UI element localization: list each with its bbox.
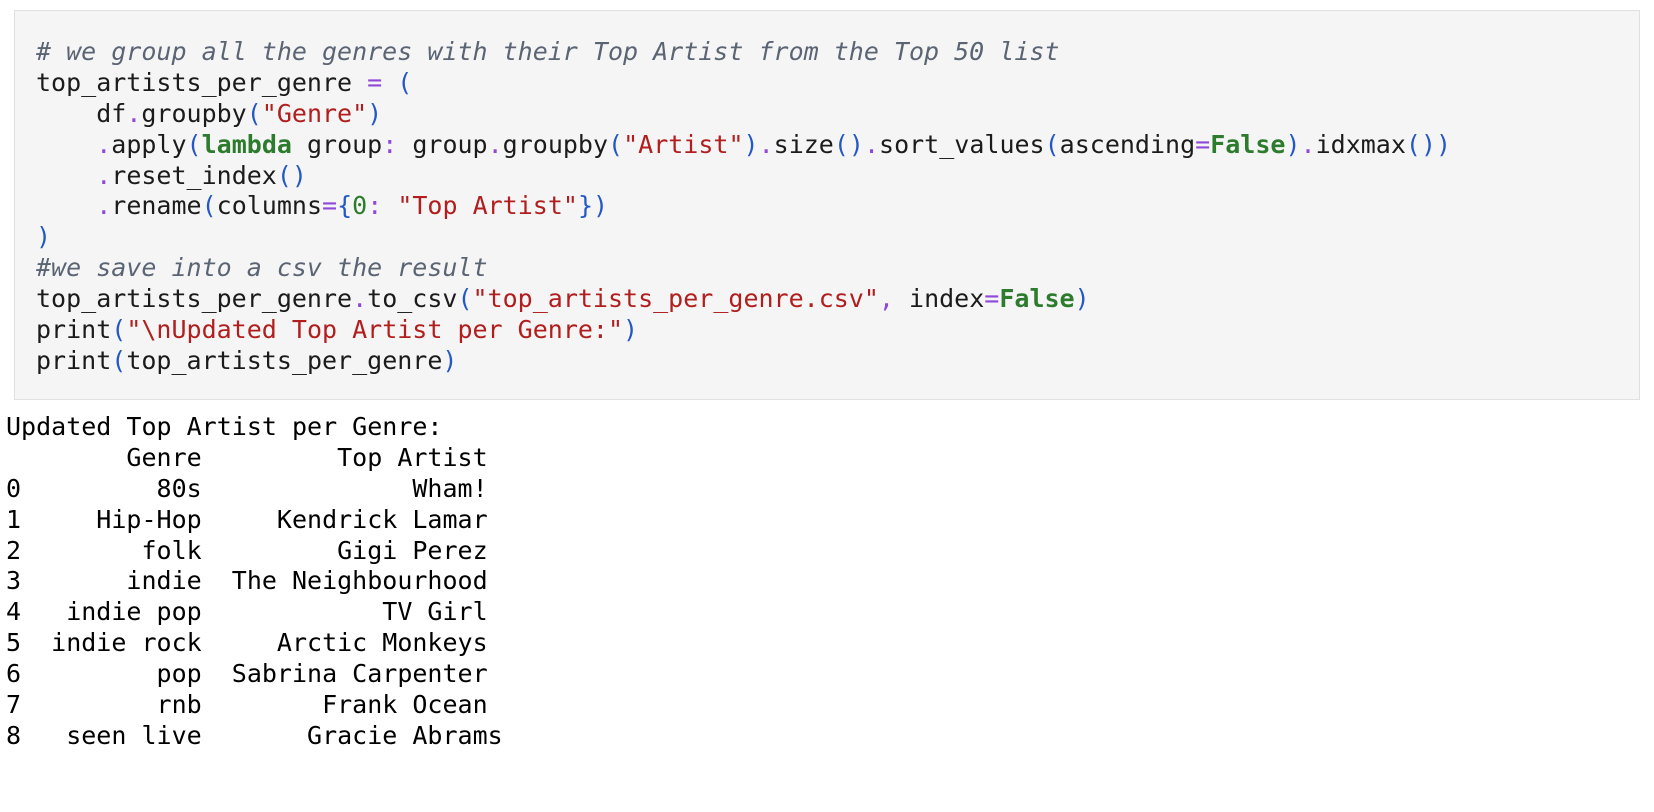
code-token: () (833, 129, 864, 159)
code-token: { (337, 191, 353, 221)
code-token: ) (1285, 129, 1301, 159)
code-token: # we group all the genres with their Top… (36, 37, 1060, 66)
code-token: print (36, 345, 112, 375)
code-token: df (36, 98, 127, 128)
code-token: ( (1044, 129, 1060, 159)
code-token: idxmax (1315, 129, 1406, 159)
code-token: "top_artists_per_genre.csv" (472, 284, 879, 314)
code-token: ) (1074, 284, 1090, 314)
code-token: = (322, 191, 338, 221)
output-heading: Updated Top Artist per Genre: (6, 412, 443, 441)
code-token: apply (111, 129, 187, 159)
code-token: ()) (1405, 129, 1452, 159)
code-line: #we save into a csv the result (36, 253, 1451, 284)
code-token: . (126, 98, 142, 128)
code-token: False (1210, 129, 1286, 159)
code-token: : (382, 129, 398, 159)
code-token: print (36, 315, 112, 345)
code-token: rename (111, 191, 202, 221)
code-line: .reset_index() (36, 161, 1451, 192)
output-table-row: 4 indie pop TV Girl (6, 597, 488, 627)
code-token: top_artists_per_genre (36, 67, 368, 97)
code-token: 0 (352, 191, 368, 221)
code-editor[interactable]: # we group all the genres with their Top… (36, 37, 1451, 377)
code-line: top_artists_per_genre = ( (36, 68, 1451, 99)
code-token: index (893, 284, 985, 314)
code-token: . (96, 129, 112, 159)
code-token: ( (608, 129, 624, 159)
code-token: ) (367, 98, 383, 128)
code-token: ( (246, 98, 262, 128)
code-token: #we save into a csv the result (36, 253, 488, 283)
code-token: , (878, 284, 894, 314)
code-token: = (984, 284, 1000, 314)
code-token: = (367, 67, 383, 97)
code-token: ) (442, 345, 458, 375)
code-token: groupby (502, 129, 609, 159)
code-token: columns (216, 191, 323, 221)
output-table-row: 2 folk Gigi Perez (6, 535, 488, 565)
code-token: }) (577, 191, 609, 221)
code-cell-input[interactable]: # we group all the genres with their Top… (14, 10, 1640, 400)
code-line: .apply(lambda group: group.groupby("Arti… (36, 130, 1451, 161)
code-token: lambda (201, 129, 292, 159)
code-token: "Top Artist" (397, 191, 578, 221)
code-line: df.groupby("Genre") (36, 99, 1451, 130)
code-token: . (487, 129, 503, 159)
code-token: . (1300, 129, 1316, 159)
code-token: . (863, 129, 880, 159)
code-token: . (96, 160, 112, 190)
code-token: "Artist" (623, 129, 744, 159)
output-table-row: 0 80s Wham! (6, 473, 488, 503)
code-token: ) (743, 129, 759, 159)
code-line: .rename(columns={0: "Top Artist"}) (36, 191, 1451, 222)
code-token: ascending (1059, 129, 1196, 159)
output-table-header: Genre Top Artist (6, 442, 488, 472)
code-token: . (96, 191, 112, 221)
code-token: top_artists_per_genre (36, 284, 353, 314)
code-token: ( (111, 345, 127, 375)
code-token: : (367, 191, 383, 221)
output-table-row: 6 pop Sabrina Carpenter (6, 659, 488, 689)
code-token: to_csv (367, 284, 458, 314)
code-token: . (758, 129, 774, 159)
cell-output: Updated Top Artist per Genre: Genre Top … (6, 412, 503, 752)
code-token: size (773, 129, 834, 159)
code-token: ( (457, 284, 473, 314)
code-token: groupby (141, 98, 247, 128)
code-token: "\nUpdated Top Artist per Genre:" (126, 315, 624, 345)
output-table-row: 8 seen live Gracie Abrams (6, 720, 503, 750)
code-token: . (352, 284, 368, 314)
code-token: top_artists_per_genre (126, 345, 443, 375)
code-token: False (999, 284, 1075, 314)
code-token: ( (201, 191, 217, 221)
code-token: = (1195, 129, 1211, 159)
code-token: ) (36, 222, 52, 252)
code-line: top_artists_per_genre.to_csv("top_artist… (36, 284, 1451, 315)
code-token: ) (623, 315, 639, 345)
code-token: group (397, 129, 488, 159)
output-table-row: 5 indie rock Arctic Monkeys (6, 628, 488, 658)
code-token: ( (186, 129, 202, 159)
output-table-row: 1 Hip-Hop Kendrick Lamar (6, 504, 488, 534)
code-token: group (291, 129, 383, 159)
code-token: ( (397, 67, 413, 97)
code-line: print("\nUpdated Top Artist per Genre:") (36, 315, 1451, 346)
output-table-row: 7 rnb Frank Ocean (6, 690, 488, 720)
code-line: ) (36, 222, 1451, 253)
code-token: sort_values (879, 129, 1045, 159)
code-line: # we group all the genres with their Top… (36, 37, 1451, 68)
output-table-row: 3 indie The Neighbourhood (6, 566, 488, 596)
code-line: print(top_artists_per_genre) (36, 346, 1451, 377)
code-token: reset_index (111, 160, 277, 190)
code-token: "Genre" (261, 98, 368, 128)
code-token: () (276, 160, 307, 190)
code-token: ( (111, 315, 127, 345)
